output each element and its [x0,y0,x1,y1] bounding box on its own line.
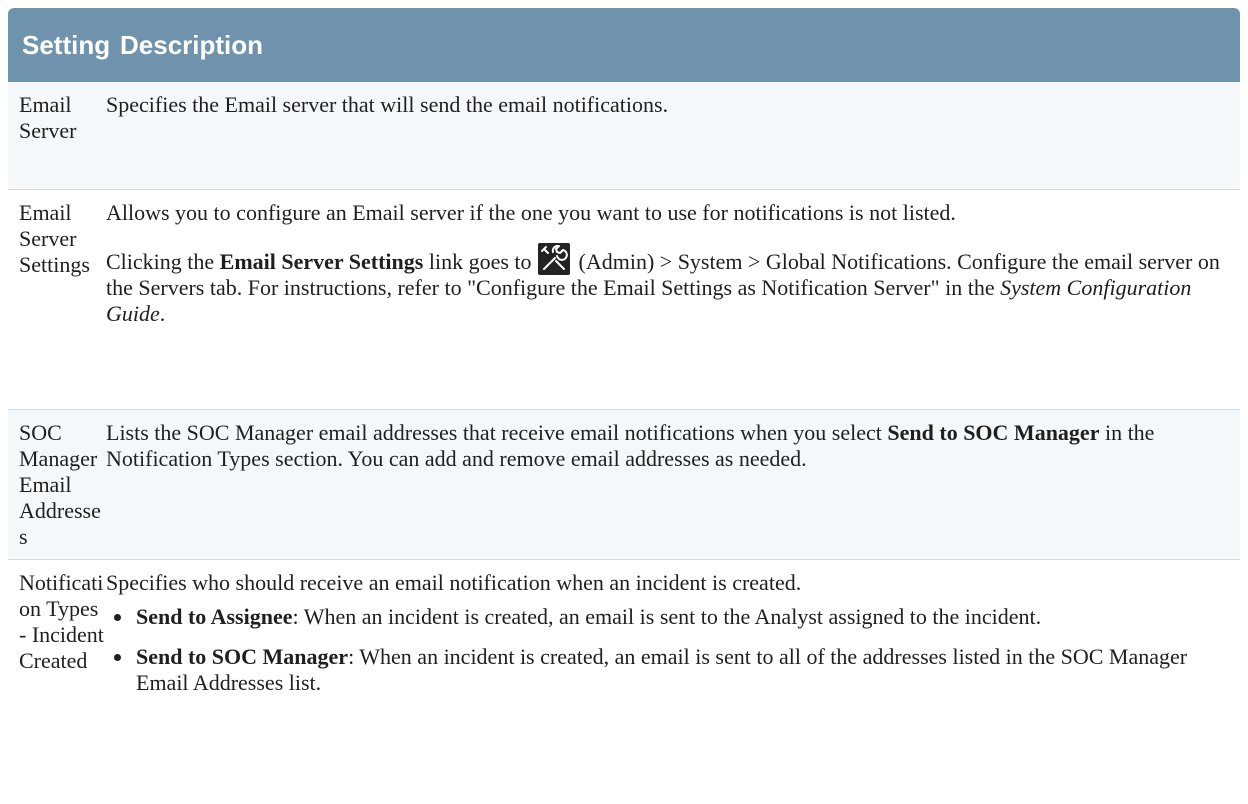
setting-description: Specifies who should receive an email no… [106,560,1240,769]
setting-name: SOC Manager Email Addresses [8,409,106,560]
bullet-icon [114,614,121,621]
description-text-navigation: Clicking the Email Server Settings link … [106,243,1234,327]
table-row-soc-manager-email-addresses: SOC Manager Email Addresses Lists the SO… [8,409,1240,560]
notification-options-list: Send to Assignee: When an incident is cr… [106,604,1234,696]
email-server-settings-term: Email Server Settings [219,249,424,274]
description-text: Specifies the Email server that will sen… [106,92,669,117]
text-fragment: Clicking the [106,249,220,274]
list-item: Send to SOC Manager: When an incident is… [114,644,1234,696]
setting-name-text: SOC Manager Email Addresses [19,420,101,549]
column-header-setting: Setting [8,8,110,82]
setting-name: Notification Types - Incident Created [8,560,106,769]
admin-tools-icon [538,243,571,275]
text-fragment: . [159,301,166,326]
column-header-description: Description [106,8,1240,82]
setting-name: Email Server Settings [8,189,106,410]
header-row: Setting Description [8,8,1240,82]
text-fragment: Lists the SOC Manager email addresses th… [106,420,888,445]
table-row-notification-types: Notification Types - Incident Created Sp… [8,560,1240,769]
setting-name-text: Notification Types - Incident Created [19,570,104,673]
page: Setting Description Email Server Specifi… [0,0,1248,804]
table-row-email-server: Email Server Specifies the Email server … [8,82,1240,190]
setting-name-text: Email Server Settings [19,200,90,277]
list-item: Send to Assignee: When an incident is cr… [114,604,1234,630]
settings-table: Setting Description Email Server Specifi… [8,8,1240,768]
description-text: Lists the SOC Manager email addresses th… [106,420,1234,472]
text-fragment: link goes to [423,249,538,274]
option-description: : When an incident is created, an email … [292,604,1042,629]
description-text: Allows you to configure an Email server … [106,200,956,225]
setting-description: Allows you to configure an Email server … [106,189,1240,410]
description-text: Specifies who should receive an email no… [106,570,802,595]
table-row-email-server-settings: Email Server Settings Allows you to conf… [8,189,1240,410]
setting-name: Email Server [8,82,106,190]
setting-description: Specifies the Email server that will sen… [106,82,1240,190]
setting-name-text: Email Server [19,92,77,143]
bullet-icon [114,654,121,661]
option-name: Send to Assignee [136,604,293,629]
option-name: Send to SOC Manager [136,644,349,669]
send-to-soc-manager-term: Send to SOC Manager [887,420,1100,445]
setting-description: Lists the SOC Manager email addresses th… [106,409,1240,560]
